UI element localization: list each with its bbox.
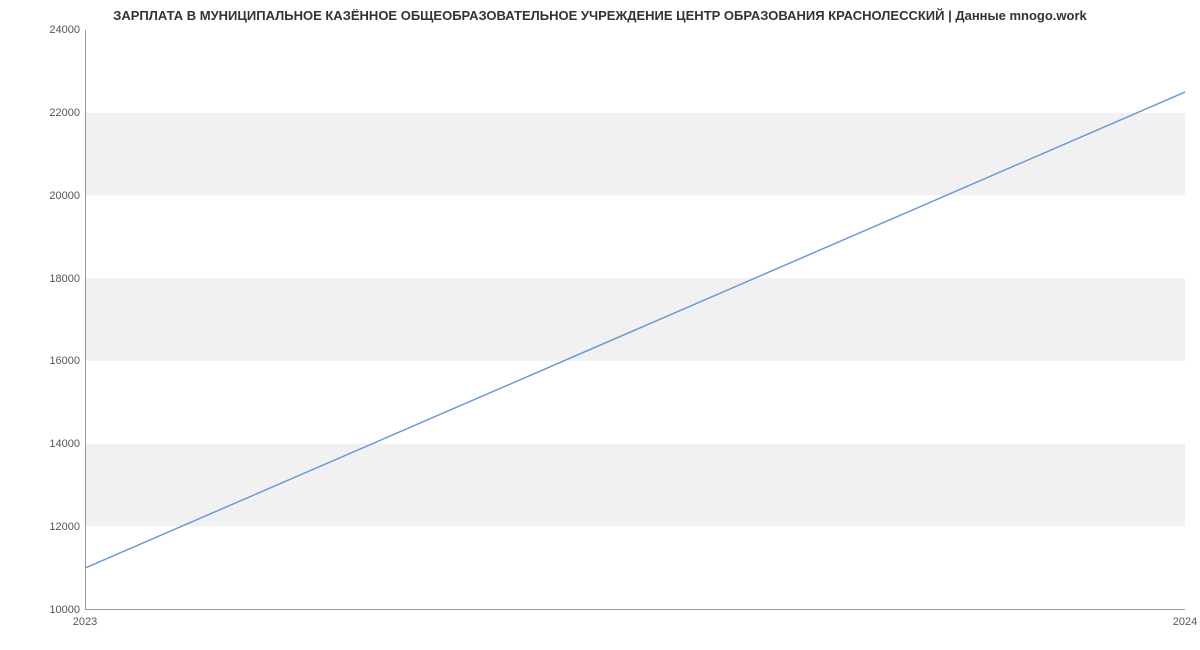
x-tick-label: 2024 — [1173, 616, 1197, 628]
grid-band — [86, 278, 1185, 361]
y-tick-label: 14000 — [20, 438, 80, 450]
grid-band — [86, 444, 1185, 527]
chart-container: ЗАРПЛАТА В МУНИЦИПАЛЬНОЕ КАЗЁННОЕ ОБЩЕОБ… — [0, 0, 1200, 650]
chart-title: ЗАРПЛАТА В МУНИЦИПАЛЬНОЕ КАЗЁННОЕ ОБЩЕОБ… — [0, 8, 1200, 23]
chart-line-layer — [86, 30, 1185, 609]
y-tick-label: 10000 — [20, 604, 80, 616]
y-tick-label: 20000 — [20, 190, 80, 202]
x-tick-label: 2023 — [73, 616, 97, 628]
y-tick-label: 24000 — [20, 24, 80, 36]
y-tick-label: 22000 — [20, 107, 80, 119]
plot-area — [85, 30, 1185, 610]
y-tick-label: 12000 — [20, 521, 80, 533]
y-tick-label: 16000 — [20, 355, 80, 367]
grid-band — [86, 113, 1185, 196]
y-tick-label: 18000 — [20, 273, 80, 285]
